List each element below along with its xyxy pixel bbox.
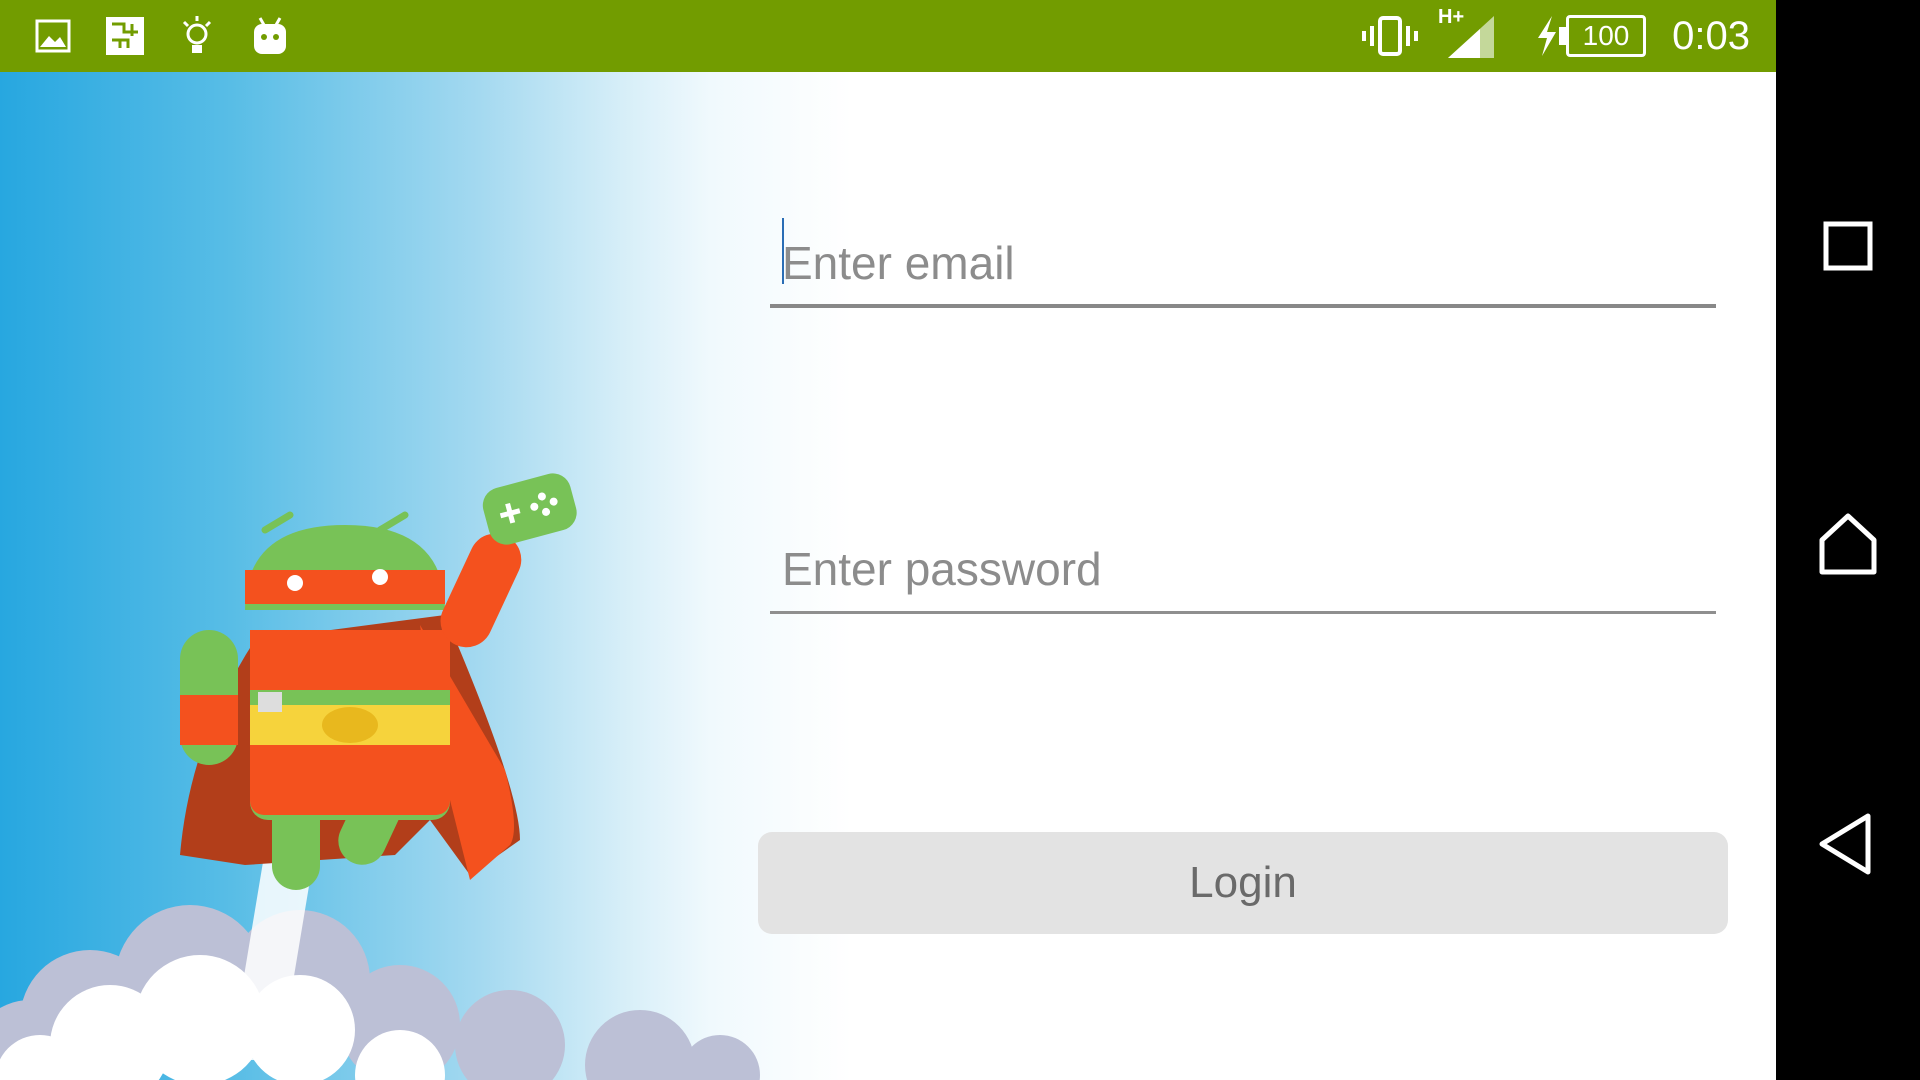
sleeve-left xyxy=(180,695,238,745)
arm-right xyxy=(440,533,522,648)
password-underline xyxy=(770,611,1716,614)
back-icon[interactable] xyxy=(1812,808,1884,880)
email-input[interactable] xyxy=(770,228,1716,298)
mask xyxy=(245,570,445,604)
text-cursor xyxy=(782,218,784,284)
belt-card xyxy=(258,692,282,712)
password-field[interactable] xyxy=(770,534,1716,614)
login-button[interactable]: Login xyxy=(758,832,1728,934)
password-input[interactable] xyxy=(770,534,1716,604)
lightbulb-icon xyxy=(182,16,212,53)
login-screen: H+ 100 0:03 Enter email Login xyxy=(0,0,1776,1080)
battery-tip xyxy=(1559,27,1566,45)
battery-icon: 100 xyxy=(1566,15,1646,57)
email-field[interactable] xyxy=(770,218,1716,308)
eye-right xyxy=(372,569,388,585)
android-head-icon xyxy=(254,17,286,54)
eye-left xyxy=(287,575,303,591)
navigation-bar xyxy=(1776,0,1920,1080)
signal-icon xyxy=(1448,16,1494,58)
belt-buckle xyxy=(322,707,378,743)
android-superhero-illustration xyxy=(0,473,760,1080)
status-bar: H+ 100 0:03 xyxy=(0,0,1776,72)
battery-level: 100 xyxy=(1582,20,1630,51)
home-icon[interactable] xyxy=(1812,508,1884,580)
status-time: 0:03 xyxy=(1672,14,1750,58)
image-icon xyxy=(35,19,71,53)
charging-icon xyxy=(1538,16,1556,56)
recents-icon[interactable] xyxy=(1812,210,1884,282)
game-controller xyxy=(482,473,577,545)
vibrate-icon xyxy=(1362,16,1418,56)
chip-icon xyxy=(106,17,144,55)
email-underline xyxy=(770,304,1716,308)
